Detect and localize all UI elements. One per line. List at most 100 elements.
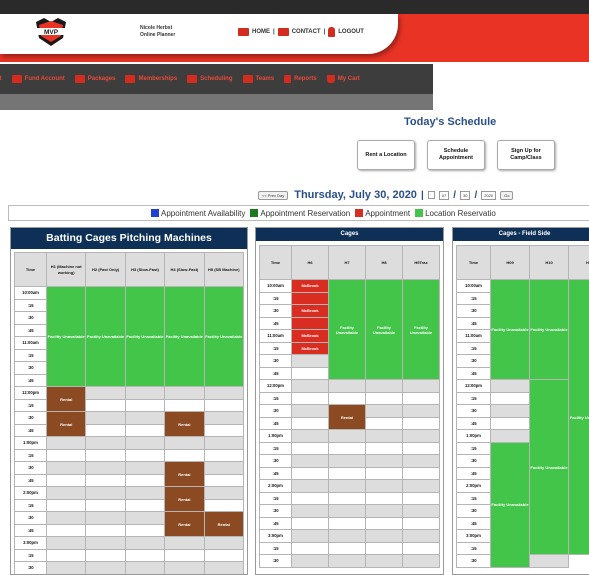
slot[interactable] xyxy=(402,541,440,555)
rental-block[interactable]: Rental xyxy=(328,404,366,430)
go-button[interactable]: Go xyxy=(500,190,514,200)
slot[interactable] xyxy=(291,416,329,430)
appointment-block[interactable]: McBrook xyxy=(291,329,329,343)
slot[interactable] xyxy=(85,448,126,462)
slot[interactable] xyxy=(203,398,245,412)
slot[interactable] xyxy=(45,486,87,500)
slot[interactable] xyxy=(291,541,329,555)
slot[interactable] xyxy=(124,548,166,562)
slot[interactable] xyxy=(124,498,166,512)
slot[interactable] xyxy=(124,473,166,487)
slot[interactable] xyxy=(328,429,366,443)
slot[interactable] xyxy=(328,379,366,393)
slot[interactable] xyxy=(85,486,126,500)
slot[interactable] xyxy=(45,536,87,550)
rental-block[interactable]: Rental xyxy=(164,461,205,487)
nav-item-reports[interactable]: Reports xyxy=(284,75,317,83)
slot[interactable] xyxy=(328,466,366,480)
slot[interactable] xyxy=(45,548,87,562)
slot[interactable] xyxy=(365,441,403,455)
slot[interactable] xyxy=(291,429,329,443)
slot[interactable] xyxy=(328,391,366,405)
slot[interactable] xyxy=(85,536,126,550)
slot[interactable] xyxy=(124,448,166,462)
slot[interactable] xyxy=(164,536,205,550)
slot[interactable] xyxy=(85,411,126,425)
slot[interactable] xyxy=(291,554,329,568)
slot[interactable] xyxy=(402,479,440,493)
slot[interactable] xyxy=(490,379,530,393)
slot[interactable] xyxy=(365,416,403,430)
slot[interactable] xyxy=(164,398,205,412)
slot[interactable] xyxy=(85,423,126,437)
slot[interactable] xyxy=(365,379,403,393)
calendar-icon[interactable] xyxy=(427,191,435,199)
slot[interactable] xyxy=(328,529,366,543)
slot[interactable] xyxy=(164,561,205,574)
month-select[interactable]: 07 xyxy=(438,190,450,200)
slot[interactable] xyxy=(164,386,205,400)
slot[interactable] xyxy=(291,379,329,393)
nav-item-account[interactable]: nt xyxy=(0,76,2,82)
slot[interactable] xyxy=(490,429,530,443)
slot[interactable] xyxy=(328,516,366,530)
slot[interactable] xyxy=(85,523,126,537)
slot[interactable] xyxy=(490,391,530,405)
slot[interactable] xyxy=(45,523,87,537)
slot[interactable] xyxy=(203,423,245,437)
slot[interactable] xyxy=(291,354,329,368)
slot[interactable] xyxy=(85,561,126,574)
slot[interactable] xyxy=(365,404,403,418)
prev-day-button[interactable]: << Prev Day xyxy=(258,190,289,200)
slot[interactable] xyxy=(529,554,569,568)
slot[interactable] xyxy=(203,498,245,512)
slot[interactable] xyxy=(203,411,245,425)
slot[interactable] xyxy=(164,548,205,562)
slot[interactable] xyxy=(124,536,166,550)
nav-item-my-cart[interactable]: My Cart xyxy=(326,75,360,83)
slot[interactable] xyxy=(124,423,166,437)
slot[interactable] xyxy=(203,536,245,550)
slot[interactable] xyxy=(365,391,403,405)
mvp-logo[interactable]: MVP xyxy=(30,16,72,48)
slot[interactable] xyxy=(365,491,403,505)
slot[interactable] xyxy=(402,491,440,505)
slot[interactable] xyxy=(85,473,126,487)
slot[interactable] xyxy=(124,486,166,500)
slot[interactable] xyxy=(402,466,440,480)
slot[interactable] xyxy=(402,504,440,518)
slot[interactable] xyxy=(291,366,329,380)
appointment-block[interactable] xyxy=(291,291,329,305)
slot[interactable] xyxy=(203,448,245,462)
rental-block[interactable]: Rental xyxy=(203,511,245,537)
slot[interactable] xyxy=(365,541,403,555)
slot[interactable] xyxy=(402,404,440,418)
slot[interactable] xyxy=(203,486,245,500)
slot[interactable] xyxy=(85,461,126,475)
slot[interactable] xyxy=(124,561,166,574)
nav-item-scheduling[interactable]: Scheduling xyxy=(187,75,233,83)
home-link[interactable]: HOME xyxy=(252,29,270,35)
slot[interactable] xyxy=(402,529,440,543)
nav-item-fund-account[interactable]: Fund Account xyxy=(11,75,65,83)
slot[interactable] xyxy=(402,391,440,405)
day-select[interactable]: 30 xyxy=(459,190,471,200)
rental-block[interactable]: Rental xyxy=(45,411,87,437)
slot[interactable] xyxy=(85,386,126,400)
appointment-block[interactable]: McBrook xyxy=(291,341,329,355)
slot[interactable] xyxy=(328,491,366,505)
slot[interactable] xyxy=(203,473,245,487)
slot[interactable] xyxy=(124,461,166,475)
slot[interactable] xyxy=(164,436,205,450)
slot[interactable] xyxy=(365,429,403,443)
slot[interactable] xyxy=(291,491,329,505)
logout-link[interactable]: LOGOUT xyxy=(338,29,364,35)
slot[interactable] xyxy=(365,554,403,568)
rental-block[interactable]: Rental xyxy=(45,386,87,412)
slot[interactable] xyxy=(45,448,87,462)
slot[interactable] xyxy=(291,479,329,493)
slot[interactable] xyxy=(490,404,530,418)
slot[interactable] xyxy=(365,504,403,518)
nav-item-packages[interactable]: Packages xyxy=(74,75,115,83)
slot[interactable] xyxy=(365,479,403,493)
